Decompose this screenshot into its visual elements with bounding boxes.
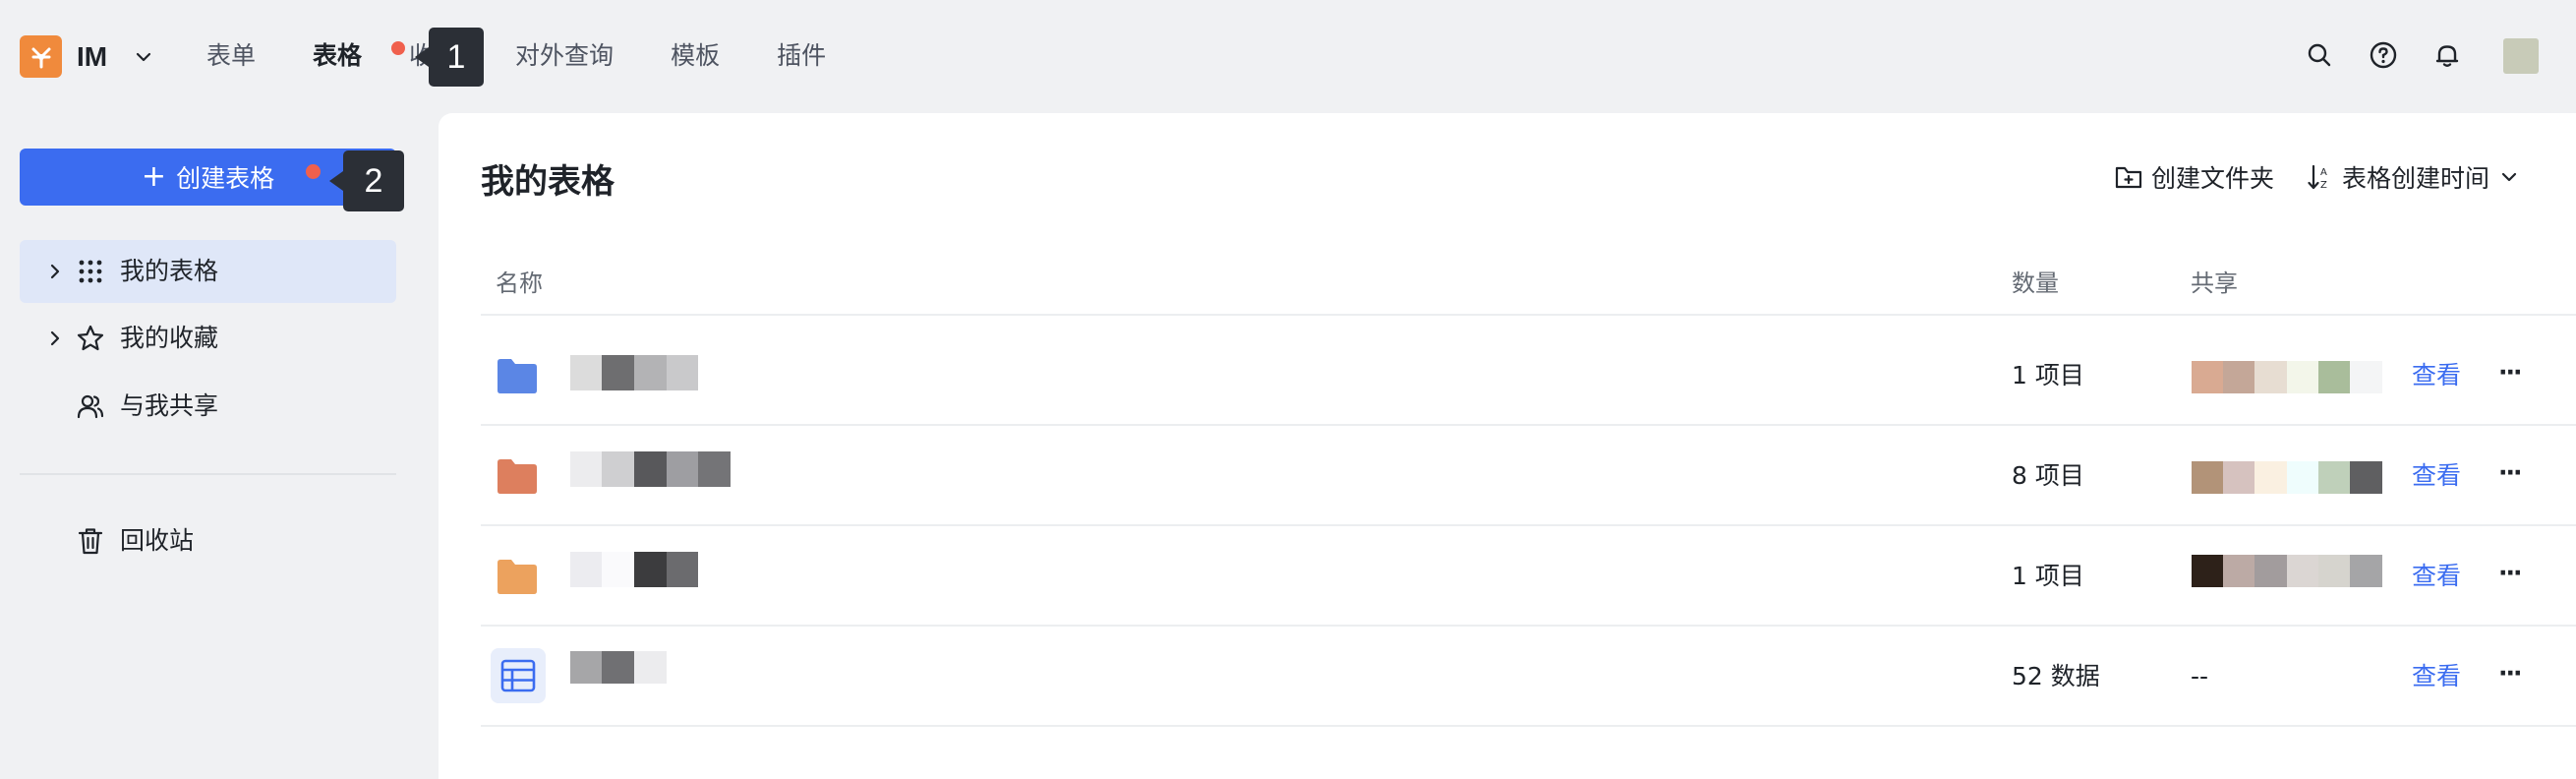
app-logo[interactable] bbox=[20, 35, 62, 78]
sidebar-item-label: 我的表格 bbox=[120, 257, 219, 285]
main-panel: 我的表格 创建文件夹 AZ 表格创建时间 名称 数量 共享 1 项目 查看 ··… bbox=[439, 113, 2576, 779]
more-icon[interactable]: ··· bbox=[2498, 627, 2522, 721]
table-row[interactable]: 52 数据 -- 查看 ··· bbox=[481, 627, 2576, 727]
folder-icon bbox=[495, 554, 540, 599]
sidebar-item-trash[interactable]: 回收站 bbox=[20, 509, 396, 572]
column-header-share[interactable]: 共享 bbox=[2191, 251, 2238, 316]
item-name-redacted bbox=[570, 552, 698, 587]
top-nav: 表单 表格 收款 对外查询 模板 插件 bbox=[206, 31, 826, 81]
svg-text:A: A bbox=[2320, 167, 2327, 178]
view-link[interactable]: 查看 bbox=[2412, 426, 2461, 526]
sidebar-item-label: 我的收藏 bbox=[120, 324, 219, 352]
help-icon[interactable] bbox=[2367, 38, 2400, 72]
top-bar: IM 表单 表格 收款 对外查询 模板 插件 1 bbox=[0, 0, 2576, 113]
user-avatar[interactable] bbox=[2503, 38, 2539, 74]
sidebar-item-label: 回收站 bbox=[120, 526, 195, 555]
column-header-name[interactable]: 名称 bbox=[496, 251, 543, 316]
create-table-label: 创建表格 bbox=[176, 164, 275, 193]
create-badge-dot bbox=[306, 164, 321, 179]
table-row[interactable]: 1 项目 查看 ··· bbox=[481, 526, 2576, 627]
sidebar-divider bbox=[20, 473, 396, 475]
step-marker-2: 2 bbox=[343, 150, 404, 211]
trash-icon bbox=[74, 524, 107, 558]
item-count: 8 项目 bbox=[2012, 461, 2084, 490]
chevron-right-icon[interactable] bbox=[45, 329, 65, 348]
sidebar-item-favorites[interactable]: 我的收藏 bbox=[20, 307, 396, 370]
table-header: 名称 数量 共享 bbox=[481, 251, 2576, 316]
view-link[interactable]: 查看 bbox=[2412, 326, 2461, 426]
table-row[interactable]: 1 项目 查看 ··· bbox=[481, 326, 2576, 426]
more-icon[interactable]: ··· bbox=[2498, 526, 2522, 621]
nav-item-plugins[interactable]: 插件 bbox=[777, 31, 826, 81]
sort-icon: AZ bbox=[2308, 164, 2327, 191]
chevron-down-icon bbox=[2501, 172, 2517, 182]
app-name[interactable]: IM bbox=[77, 35, 107, 78]
sort-label: 表格创建时间 bbox=[2342, 164, 2490, 193]
more-icon[interactable]: ··· bbox=[2498, 426, 2522, 520]
item-name-redacted bbox=[570, 651, 667, 684]
create-folder-button[interactable]: 创建文件夹 bbox=[2114, 160, 2274, 194]
share-empty: -- bbox=[2191, 662, 2209, 690]
nav-item-forms[interactable]: 表单 bbox=[206, 31, 256, 81]
view-link[interactable]: 查看 bbox=[2412, 627, 2461, 727]
folder-icon bbox=[495, 353, 540, 398]
nav-item-tables[interactable]: 表格 bbox=[313, 31, 362, 81]
item-count: 52 数据 bbox=[2012, 662, 2100, 690]
item-count: 1 项目 bbox=[2012, 361, 2084, 390]
nav-item-external-query[interactable]: 对外查询 bbox=[515, 31, 614, 81]
nav-badge-dot bbox=[391, 41, 405, 55]
step-marker-1: 1 bbox=[429, 28, 484, 87]
table-icon bbox=[491, 648, 546, 703]
logo-icon bbox=[31, 47, 50, 68]
page-title: 我的表格 bbox=[481, 162, 615, 202]
more-icon[interactable]: ··· bbox=[2498, 326, 2522, 420]
plus-icon: + bbox=[141, 159, 167, 194]
folder-icon bbox=[495, 453, 540, 499]
folder-plus-icon bbox=[2115, 166, 2142, 189]
bell-icon[interactable] bbox=[2430, 38, 2464, 72]
table-row[interactable]: 8 项目 查看 ··· bbox=[481, 426, 2576, 526]
share-avatars-redacted bbox=[2192, 555, 2382, 587]
sidebar-item-my-tables[interactable]: 我的表格 bbox=[20, 240, 396, 303]
share-avatars-redacted bbox=[2192, 361, 2382, 393]
chevron-down-icon[interactable] bbox=[132, 45, 155, 69]
create-folder-label: 创建文件夹 bbox=[2151, 164, 2275, 193]
svg-text:Z: Z bbox=[2320, 180, 2327, 191]
share-avatars-redacted bbox=[2192, 461, 2382, 494]
grid-icon bbox=[74, 255, 107, 288]
chevron-right-icon[interactable] bbox=[45, 262, 65, 281]
sort-dropdown[interactable]: AZ 表格创建时间 bbox=[2307, 160, 2521, 194]
column-header-count[interactable]: 数量 bbox=[2012, 251, 2059, 316]
users-icon bbox=[74, 390, 107, 423]
star-icon bbox=[74, 322, 107, 355]
item-name-redacted bbox=[570, 355, 698, 390]
nav-item-templates[interactable]: 模板 bbox=[671, 31, 720, 81]
sidebar-item-shared[interactable]: 与我共享 bbox=[20, 375, 396, 438]
search-icon[interactable] bbox=[2303, 38, 2336, 72]
sidebar-item-label: 与我共享 bbox=[120, 391, 219, 420]
view-link[interactable]: 查看 bbox=[2412, 526, 2461, 627]
item-name-redacted bbox=[570, 451, 731, 487]
item-count: 1 项目 bbox=[2012, 562, 2084, 590]
